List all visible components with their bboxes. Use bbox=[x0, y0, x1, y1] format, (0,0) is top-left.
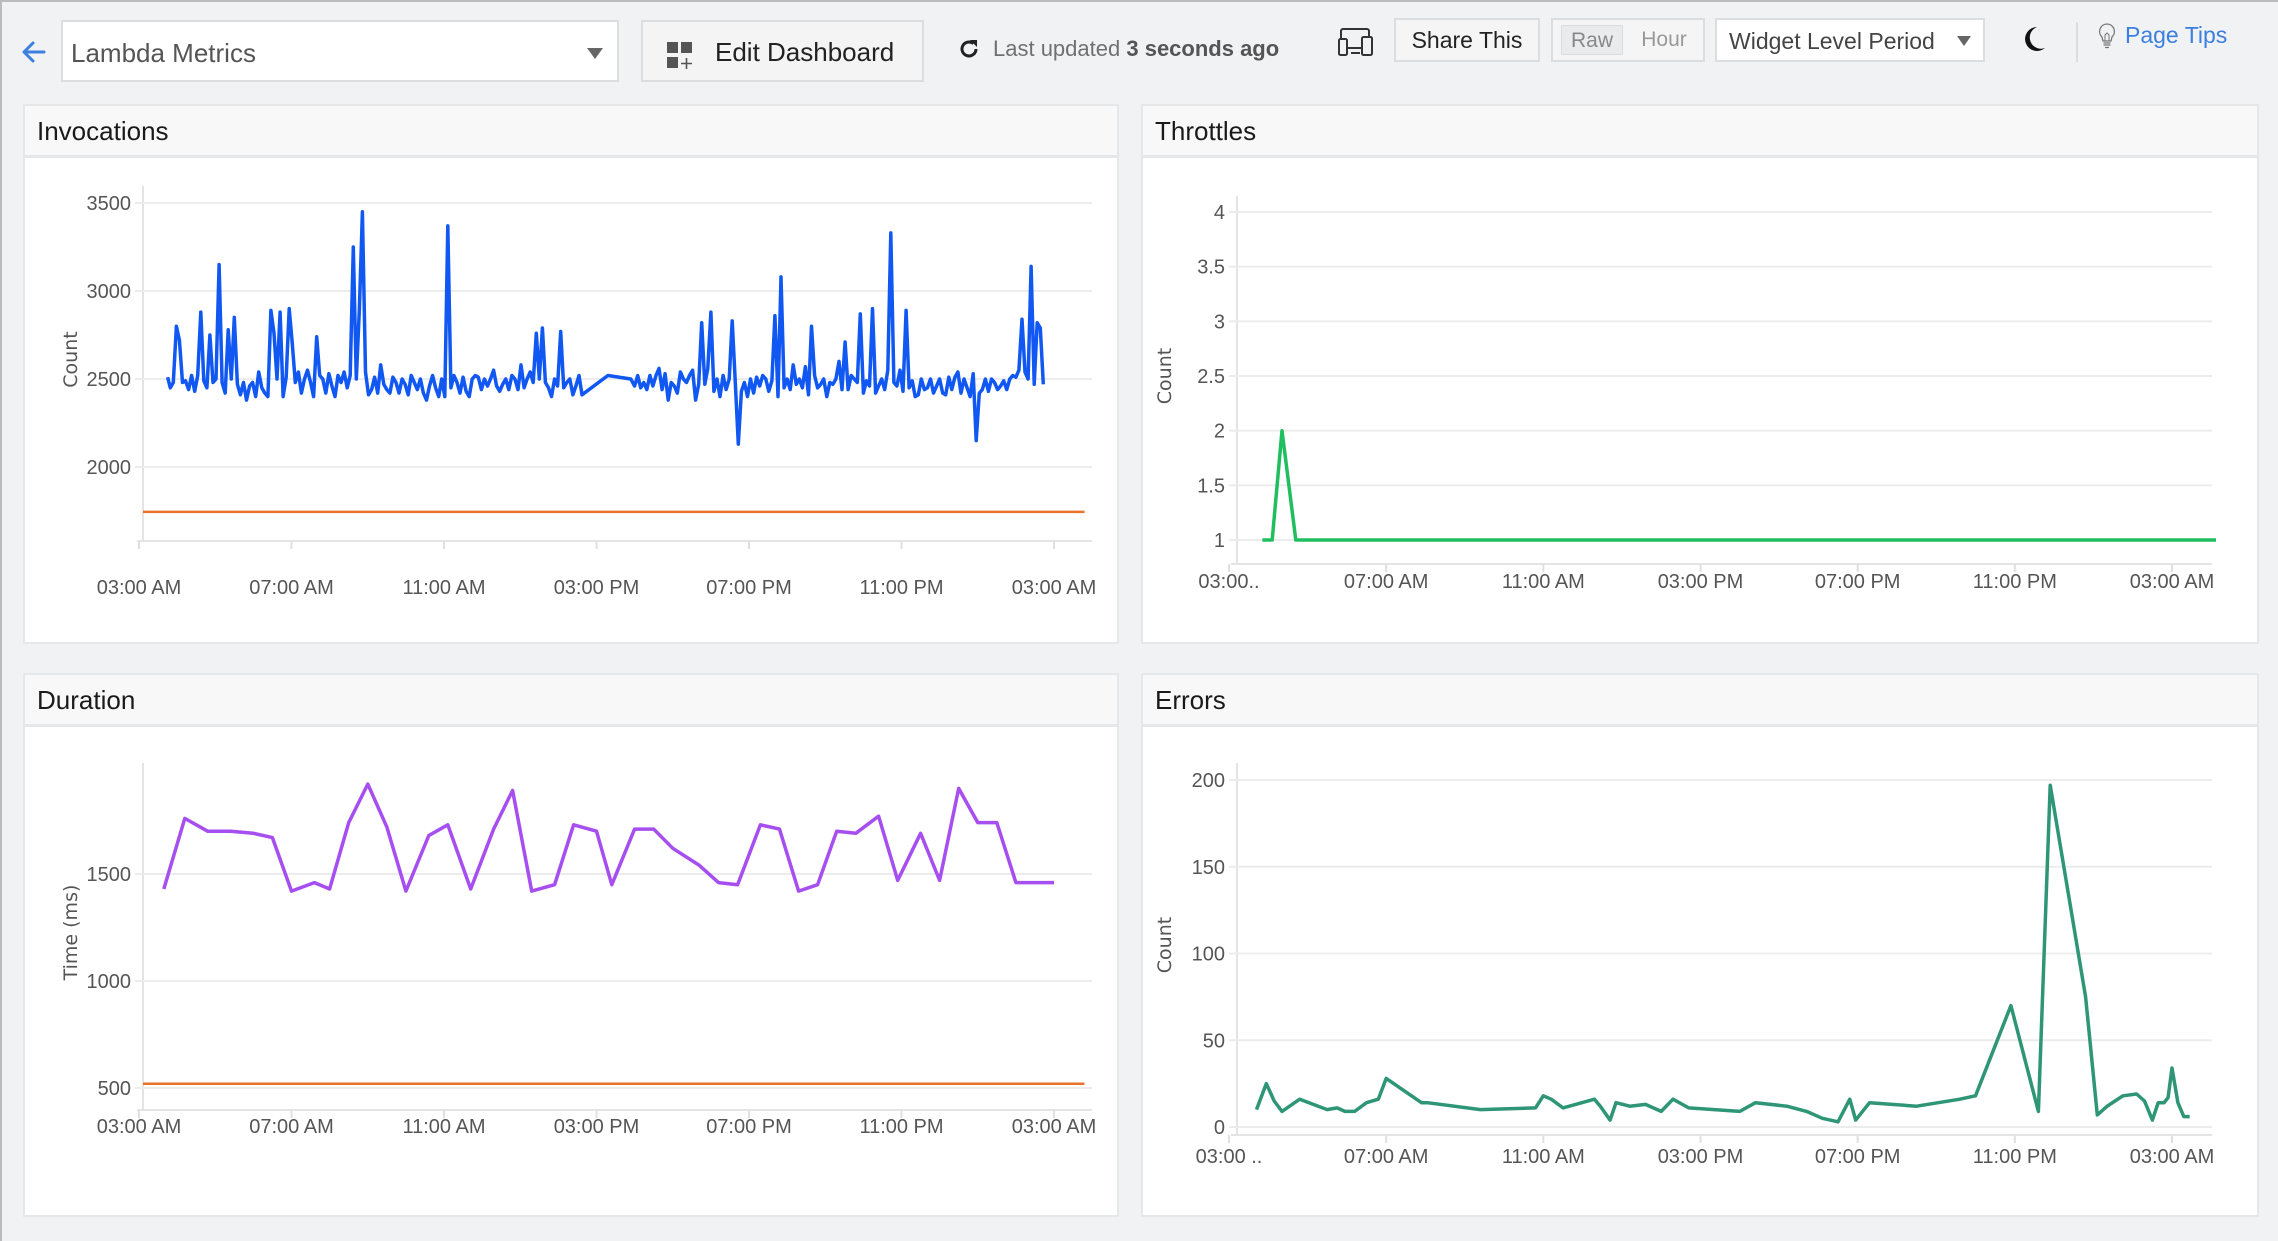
y-tick-label: 3.5 bbox=[1197, 257, 1225, 279]
edit-dashboard-button[interactable]: Edit Dashboard bbox=[641, 20, 924, 82]
x-tick-label: 11:00 AM bbox=[402, 577, 485, 599]
x-tick-label: 11:00 AM bbox=[402, 1116, 485, 1138]
widget-period-value: Widget Level Period bbox=[1729, 28, 1935, 54]
y-tick-label: 500 bbox=[98, 1078, 131, 1100]
y-axis-title: Count bbox=[1154, 348, 1176, 404]
widget-invocations: Invocations 2000 2500 3000 3500 03:00 AM 07:0… bbox=[23, 104, 1119, 644]
duration-chart: 500 1000 1500 03:00 AM 07:00 AM 11:00 AM 03:00… bbox=[60, 763, 1097, 1138]
y-tick-label: 2 bbox=[1214, 421, 1225, 443]
x-tick-label: 03:00 AM bbox=[2130, 571, 2215, 593]
x-tick-label: 03:00.. bbox=[1198, 571, 1259, 593]
refresh-icon[interactable] bbox=[957, 37, 981, 61]
lightbulb-icon bbox=[2098, 23, 2116, 49]
x-tick-label: 11:00 PM bbox=[859, 577, 943, 599]
dark-mode-moon-icon[interactable] bbox=[2018, 24, 2048, 54]
series-line-invocations bbox=[165, 210, 1046, 446]
errors-chart: 0 50 100 150 200 03:00 .. 07:00 AM 11:00 AM 03:0… bbox=[1154, 763, 2215, 1168]
y-tick-label: 50 bbox=[1203, 1030, 1225, 1052]
x-tick-label: 03:00 AM bbox=[1012, 577, 1097, 599]
y-axis-title: Time (ms) bbox=[60, 885, 82, 982]
y-tick-label: 3 bbox=[1214, 311, 1225, 333]
dashboard-toolbar: Lambda Metrics Edit Dashboard Last updat… bbox=[2, 2, 2278, 98]
x-tick-label: 07:00 AM bbox=[249, 577, 334, 599]
y-tick-label: 2.5 bbox=[1197, 366, 1225, 388]
x-tick-label: 07:00 PM bbox=[706, 1116, 792, 1138]
page-tips-label: Page Tips bbox=[2125, 22, 2228, 48]
x-tick-label: 11:00 PM bbox=[1973, 571, 2057, 593]
x-tick-label: 03:00 AM bbox=[1012, 1116, 1097, 1138]
x-tick-label: 03:00 AM bbox=[97, 577, 182, 599]
last-updated: Last updated 3 seconds ago bbox=[957, 36, 1279, 62]
y-axis-title: Count bbox=[1154, 917, 1176, 973]
edit-dashboard-label: Edit Dashboard bbox=[715, 37, 895, 67]
period-toggle: Raw Hour bbox=[1551, 18, 1705, 62]
x-tick-label: 07:00 PM bbox=[706, 577, 792, 599]
x-tick-label: 11:00 AM bbox=[1502, 571, 1585, 593]
last-updated-prefix: Last updated bbox=[993, 36, 1121, 61]
series-line-duration bbox=[162, 782, 1054, 893]
x-tick-label: 11:00 AM bbox=[1502, 1146, 1585, 1168]
widget-errors: Errors 0 50 100 150 200 03:00 .. 07:00 AM 11:00… bbox=[1141, 673, 2259, 1217]
widget-throttles: Throttles 1 1.5 2 2.5 3 3.5 4 03:00.. 07:00 AM 11… bbox=[1141, 104, 2259, 644]
x-tick-label: 03:00 PM bbox=[554, 577, 640, 599]
y-tick-label: 1 bbox=[1214, 530, 1225, 552]
y-tick-label: 200 bbox=[1192, 770, 1225, 792]
widget-period-select[interactable]: Widget Level Period bbox=[1715, 18, 1985, 62]
x-tick-label: 07:00 AM bbox=[1344, 1146, 1429, 1168]
plot-area bbox=[143, 782, 1085, 1085]
y-tick-label: 150 bbox=[1192, 857, 1225, 879]
chevron-down-icon bbox=[587, 48, 603, 59]
page-tips-link[interactable]: Page Tips bbox=[2097, 22, 2227, 50]
toolbar-divider bbox=[2076, 22, 2078, 62]
throttles-chart: 1 1.5 2 2.5 3 3.5 4 03:00.. 07:00 AM 11:00 AM 03:0… bbox=[1154, 196, 2216, 593]
x-tick-label: 03:00 PM bbox=[554, 1116, 640, 1138]
chevron-down-icon bbox=[1957, 36, 1971, 46]
x-tick-label: 07:00 AM bbox=[249, 1116, 334, 1138]
y-tick-label: 2000 bbox=[87, 457, 132, 479]
x-tick-label: 03:00 AM bbox=[2130, 1146, 2215, 1168]
devices-icon[interactable] bbox=[1338, 26, 1374, 58]
x-tick-label: 07:00 PM bbox=[1815, 1146, 1901, 1168]
last-updated-value: 3 seconds ago bbox=[1126, 36, 1280, 61]
x-tick-label: 11:00 PM bbox=[859, 1116, 943, 1138]
share-button[interactable]: Share This bbox=[1394, 18, 1540, 62]
x-tick-label: 03:00 PM bbox=[1658, 571, 1744, 593]
period-option-hour[interactable]: Hour bbox=[1633, 25, 1695, 55]
y-tick-label: 4 bbox=[1214, 202, 1225, 224]
widget-duration: Duration 500 1000 1500 03:00 AM 07:00 AM 11:0… bbox=[23, 673, 1119, 1217]
dashboard-select[interactable]: Lambda Metrics bbox=[61, 20, 619, 82]
y-tick-label: 3500 bbox=[87, 193, 132, 215]
x-tick-label: 03:00 AM bbox=[97, 1116, 182, 1138]
y-tick-label: 2500 bbox=[87, 369, 132, 391]
x-tick-label: 03:00 .. bbox=[1196, 1146, 1263, 1168]
y-tick-label: 0 bbox=[1214, 1117, 1225, 1139]
y-tick-label: 3000 bbox=[87, 281, 132, 303]
y-tick-label: 100 bbox=[1192, 944, 1225, 966]
back-arrow-icon[interactable] bbox=[18, 36, 50, 68]
dashboard-select-value: Lambda Metrics bbox=[71, 38, 256, 68]
x-tick-label: 03:00 PM bbox=[1658, 1146, 1744, 1168]
invocations-chart: 2000 2500 3000 3500 03:00 AM 07:00 AM 11:00 AM… bbox=[60, 186, 1097, 599]
dashboard-grid-add-icon bbox=[667, 42, 692, 69]
y-tick-label: 1500 bbox=[87, 864, 132, 886]
y-tick-label: 1.5 bbox=[1197, 475, 1225, 497]
period-option-raw[interactable]: Raw bbox=[1561, 25, 1623, 55]
x-tick-label: 07:00 PM bbox=[1815, 571, 1901, 593]
y-tick-label: 1000 bbox=[87, 971, 132, 993]
y-axis-title: Count bbox=[60, 331, 82, 387]
x-tick-label: 07:00 AM bbox=[1344, 571, 1429, 593]
x-tick-label: 11:00 PM bbox=[1973, 1146, 2057, 1168]
